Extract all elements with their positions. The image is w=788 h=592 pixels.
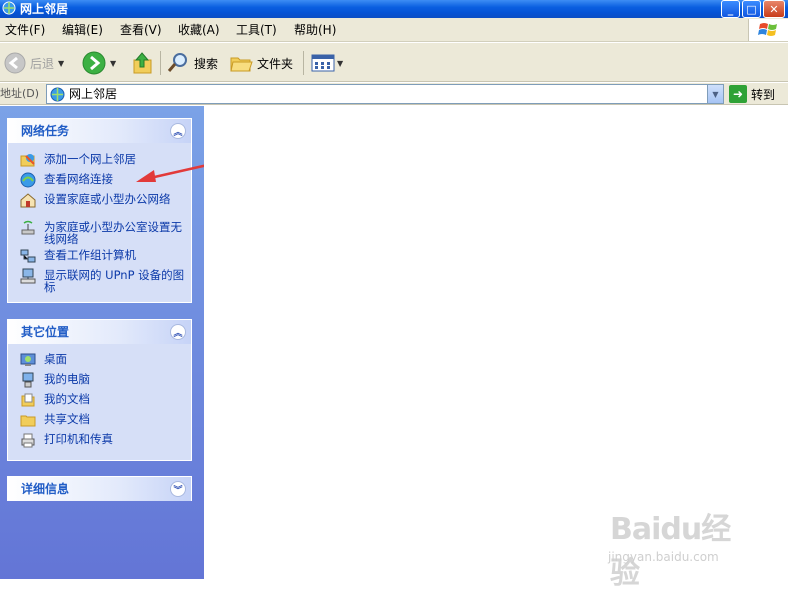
menu-view[interactable]: 查看(V)	[118, 22, 164, 38]
folder-icon	[230, 57, 253, 72]
back-button[interactable]: 后退 ▼	[4, 50, 64, 76]
maximize-icon: □	[746, 2, 757, 16]
views-grid-icon	[311, 54, 335, 72]
folders-button[interactable]: 文件夹	[229, 50, 293, 76]
my-documents-icon	[21, 393, 35, 407]
upnp-device-icon	[20, 268, 36, 284]
menu-tools[interactable]: 工具(T)	[234, 22, 279, 38]
menu-help[interactable]: 帮助(H)	[292, 22, 338, 38]
expand-chevron-icon[interactable]: ︾	[170, 481, 186, 497]
panel-title: 详细信息	[21, 482, 70, 496]
network-places-icon	[50, 87, 65, 102]
toolbar-separator	[303, 51, 304, 75]
chevron-down-icon: ▼	[712, 89, 719, 99]
minimize-button[interactable]: _	[721, 0, 740, 18]
printers-icon	[21, 433, 35, 448]
windows-flag-icon	[758, 23, 777, 36]
chevron-down-icon[interactable]: ▼	[110, 59, 116, 68]
close-icon: ✕	[769, 2, 779, 16]
toolbar-separator	[160, 51, 161, 75]
details-panel: 详细信息 ︾	[7, 476, 192, 501]
window-border	[783, 105, 788, 579]
panel-title: 其它位置	[21, 325, 70, 339]
search-icon	[167, 53, 187, 72]
address-dropdown-button[interactable]: ▼	[707, 85, 723, 103]
details-header[interactable]: 详细信息 ︾	[8, 476, 191, 501]
back-label: 后退	[30, 56, 55, 71]
go-label: 转到	[751, 87, 776, 102]
home-network-icon	[20, 193, 36, 208]
add-network-place-icon	[20, 154, 35, 167]
forward-arrow-icon	[82, 51, 106, 75]
other-places-panel: 其它位置 ︽ 桌面 我的电脑 我的文档 共享文档 打印机和传真	[7, 319, 192, 461]
my-computer-icon	[22, 372, 34, 388]
title-bar[interactable]: 网上邻居 _ □ ✕	[0, 0, 788, 18]
network-connections-icon	[20, 172, 36, 188]
network-tasks-panel: 网络任务 ︽ 添加一个网上邻居 查看网络连接 设置家庭或小型办公网络 为家庭或小…	[7, 118, 192, 303]
menu-favorites[interactable]: 收藏(A)	[176, 22, 222, 38]
address-input[interactable]: 网上邻居 ▼	[46, 84, 724, 104]
window-title: 网上邻居	[20, 2, 69, 16]
forward-button[interactable]: ▼	[82, 50, 116, 76]
address-value: 网上邻居	[69, 87, 118, 101]
desktop-icon	[20, 353, 36, 366]
panel-title: 网络任务	[21, 124, 70, 138]
baidu-watermark: Baidu经验 jingyan.baidu.com	[580, 500, 750, 591]
watermark-url: jingyan.baidu.com	[608, 550, 719, 564]
views-button[interactable]: ▼	[311, 50, 343, 76]
wireless-network-icon	[21, 220, 35, 235]
maximize-button[interactable]: □	[742, 0, 761, 18]
workgroup-computers-icon	[20, 249, 36, 263]
chevron-down-icon[interactable]: ▼	[58, 59, 64, 68]
menu-edit[interactable]: 编辑(E)	[60, 22, 105, 38]
menu-file[interactable]: 文件(F)	[3, 22, 47, 38]
network-tasks-header[interactable]: 网络任务 ︽	[8, 118, 191, 143]
standard-toolbar: 后退 ▼ ▼ 搜索 文件夹 ▼	[0, 43, 788, 82]
folders-label: 文件夹	[257, 56, 294, 71]
search-label: 搜索	[194, 56, 219, 71]
up-folder-button[interactable]	[132, 50, 154, 76]
collapse-chevron-icon[interactable]: ︽	[170, 324, 186, 340]
go-arrow-icon: ➜	[729, 85, 747, 103]
collapse-chevron-icon[interactable]: ︽	[170, 123, 186, 139]
minimize-icon: _	[727, 2, 734, 16]
other-places-header[interactable]: 其它位置 ︽	[8, 319, 191, 344]
shared-documents-icon	[20, 415, 36, 427]
back-arrow-icon	[4, 52, 26, 74]
menu-bar: 文件(F) 编辑(E) 查看(V) 收藏(A) 工具(T) 帮助(H)	[0, 18, 788, 42]
windows-logo	[748, 19, 788, 41]
address-label: 地址(D)	[0, 87, 40, 100]
network-places-icon	[2, 1, 16, 15]
search-button[interactable]: 搜索	[166, 50, 218, 76]
address-bar: 地址(D) 网上邻居 ▼ ➜ 转到	[0, 83, 788, 105]
go-button[interactable]: ➜ 转到	[729, 84, 775, 104]
up-folder-icon	[133, 52, 152, 74]
close-button[interactable]: ✕	[763, 0, 785, 18]
chevron-down-icon[interactable]: ▼	[337, 59, 343, 68]
